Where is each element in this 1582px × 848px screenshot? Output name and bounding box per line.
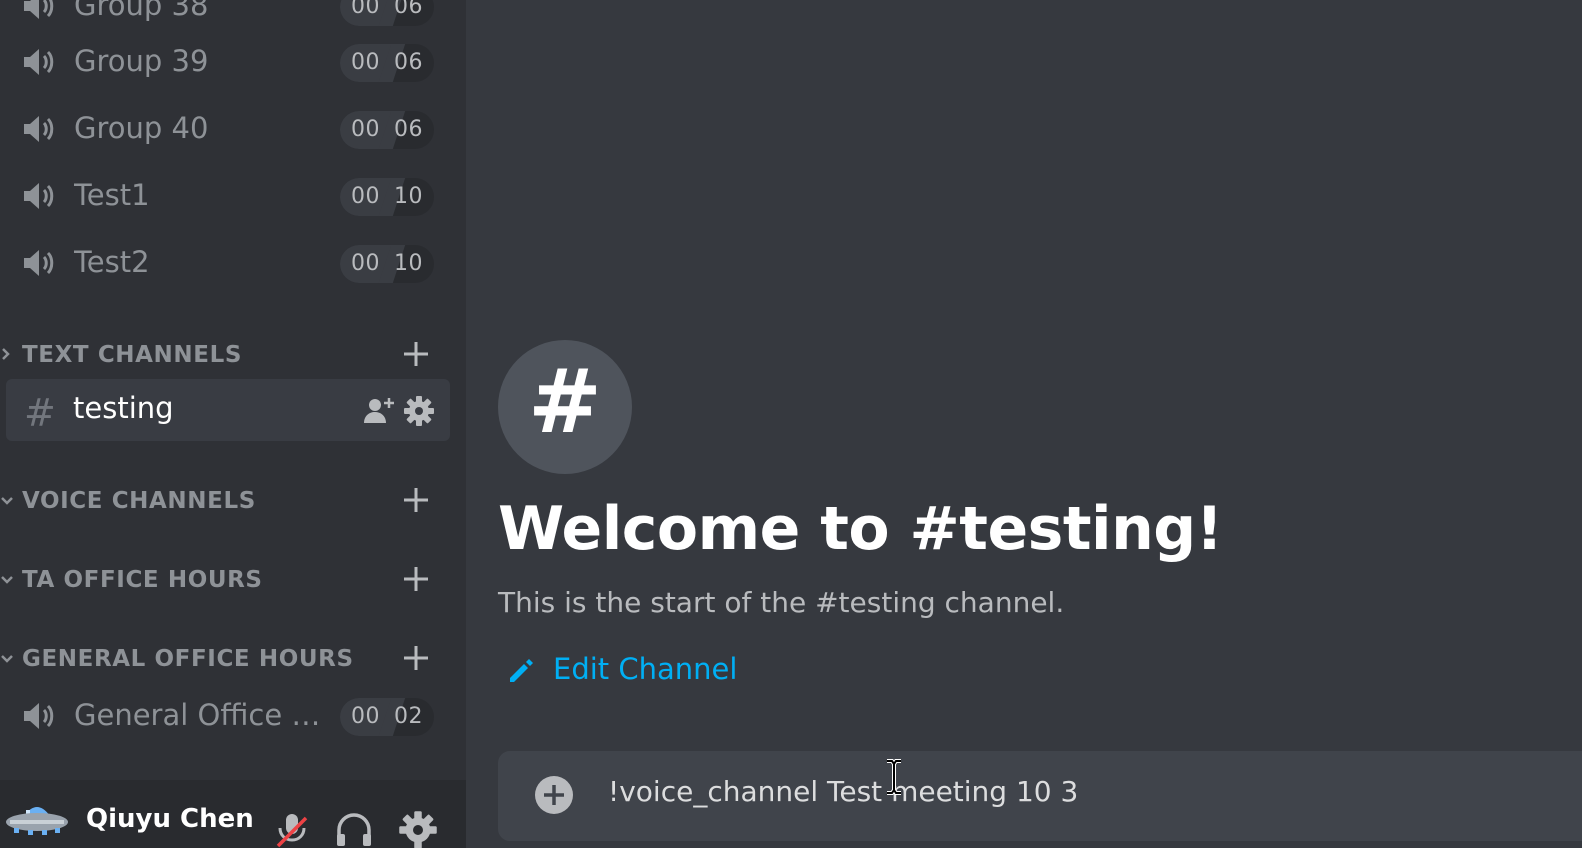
- user-limit: 06: [394, 117, 423, 142]
- category-label: VOICE CHANNELS: [22, 488, 256, 514]
- user-count: 00: [351, 0, 380, 19]
- avatar[interactable]: [4, 800, 70, 844]
- user-limit-badge: 00 06: [340, 44, 434, 82]
- user-limit-badge: 00 10: [340, 245, 434, 283]
- chevron-down-icon: [1, 576, 13, 584]
- headphones-icon[interactable]: [334, 810, 374, 848]
- username: Qiuyu Chen: [86, 804, 254, 834]
- microphone-muted-icon[interactable]: [272, 810, 312, 848]
- user-limit: 06: [394, 0, 423, 19]
- voice-channel-row[interactable]: Group 40 00 06: [0, 99, 466, 159]
- chevron-down-icon: [1, 497, 13, 505]
- category-label: GENERAL OFFICE HOURS: [22, 646, 354, 672]
- gear-icon[interactable]: [403, 395, 435, 427]
- chevron-right-icon: [2, 348, 10, 360]
- text-channel-testing[interactable]: # testing: [6, 379, 450, 441]
- text-channel-name: testing: [73, 391, 174, 425]
- create-channel-plus-icon[interactable]: [402, 340, 430, 368]
- create-channel-plus-icon[interactable]: [402, 644, 430, 672]
- category-label: TEXT CHANNELS: [22, 342, 242, 368]
- speaker-icon: [24, 250, 54, 276]
- user-limit: 06: [394, 50, 423, 75]
- text-cursor-icon: [887, 759, 901, 795]
- speaker-icon: [24, 183, 54, 209]
- speaker-icon: [24, 49, 54, 75]
- voice-channel-name: Test1: [74, 178, 150, 212]
- user-count: 00: [351, 117, 380, 142]
- speaker-icon: [24, 116, 54, 142]
- chevron-down-icon: [1, 655, 13, 663]
- voice-channel-row[interactable]: Group 38 00 06: [0, 0, 466, 36]
- message-input[interactable]: !voice_channel Test meeting 10 3: [608, 775, 1078, 808]
- invite-icon[interactable]: [362, 395, 396, 425]
- user-count: 00: [351, 50, 380, 75]
- voice-channel-name: Group 40: [74, 111, 209, 145]
- voice-channel-row[interactable]: General Office Hours 00 02: [0, 686, 466, 746]
- voice-channel-name: Group 38: [74, 0, 209, 22]
- user-limit-badge: 00 06: [340, 0, 434, 26]
- message-composer[interactable]: !voice_channel Test meeting 10 3: [498, 751, 1582, 841]
- user-count: 00: [351, 704, 380, 729]
- welcome-title: Welcome to #testing!: [498, 494, 1223, 564]
- speaker-icon: [24, 0, 54, 19]
- voice-channel-name: General Office Hours: [74, 698, 336, 732]
- user-limit: 10: [394, 251, 423, 276]
- pencil-icon: [510, 659, 533, 682]
- welcome-subtitle: This is the start of the #testing channe…: [498, 586, 1065, 619]
- add-attachment-icon[interactable]: [534, 775, 574, 815]
- category-text-channels[interactable]: TEXT CHANNELS: [0, 336, 466, 376]
- category-general-office-hours[interactable]: GENERAL OFFICE HOURS: [0, 640, 466, 680]
- user-limit-badge: 00 10: [340, 178, 434, 216]
- voice-channel-row[interactable]: Test1 00 10: [0, 166, 466, 226]
- user-limit: 02: [394, 704, 423, 729]
- voice-channel-row[interactable]: Test2 00 10: [0, 233, 466, 293]
- category-voice-channels[interactable]: VOICE CHANNELS: [0, 482, 466, 522]
- channel-hash-avatar: #: [498, 340, 632, 474]
- voice-channel-name: Group 39: [74, 44, 209, 78]
- voice-channel-name: Test2: [74, 245, 150, 279]
- chat-area: # Welcome to #testing! This is the start…: [466, 0, 1582, 848]
- user-limit-badge: 00 02: [340, 698, 434, 736]
- user-settings-gear-icon[interactable]: [398, 810, 438, 848]
- user-limit-badge: 00 06: [340, 111, 434, 149]
- hash-icon: #: [24, 391, 56, 435]
- category-ta-office-hours[interactable]: TA OFFICE HOURS: [0, 561, 466, 601]
- channel-sidebar: Group 38 00 06 Group 39 00 06 Group 40 0: [0, 0, 466, 848]
- user-panel: Qiuyu Chen: [0, 780, 466, 848]
- edit-channel-label: Edit Channel: [553, 652, 738, 686]
- create-channel-plus-icon[interactable]: [402, 565, 430, 593]
- voice-channel-row[interactable]: Group 39 00 06: [0, 32, 466, 92]
- category-label: TA OFFICE HOURS: [22, 567, 263, 593]
- user-limit: 10: [394, 184, 423, 209]
- user-count: 00: [351, 251, 380, 276]
- speaker-icon: [24, 703, 54, 729]
- create-channel-plus-icon[interactable]: [402, 486, 430, 514]
- hash-icon: #: [528, 350, 602, 453]
- user-count: 00: [351, 184, 380, 209]
